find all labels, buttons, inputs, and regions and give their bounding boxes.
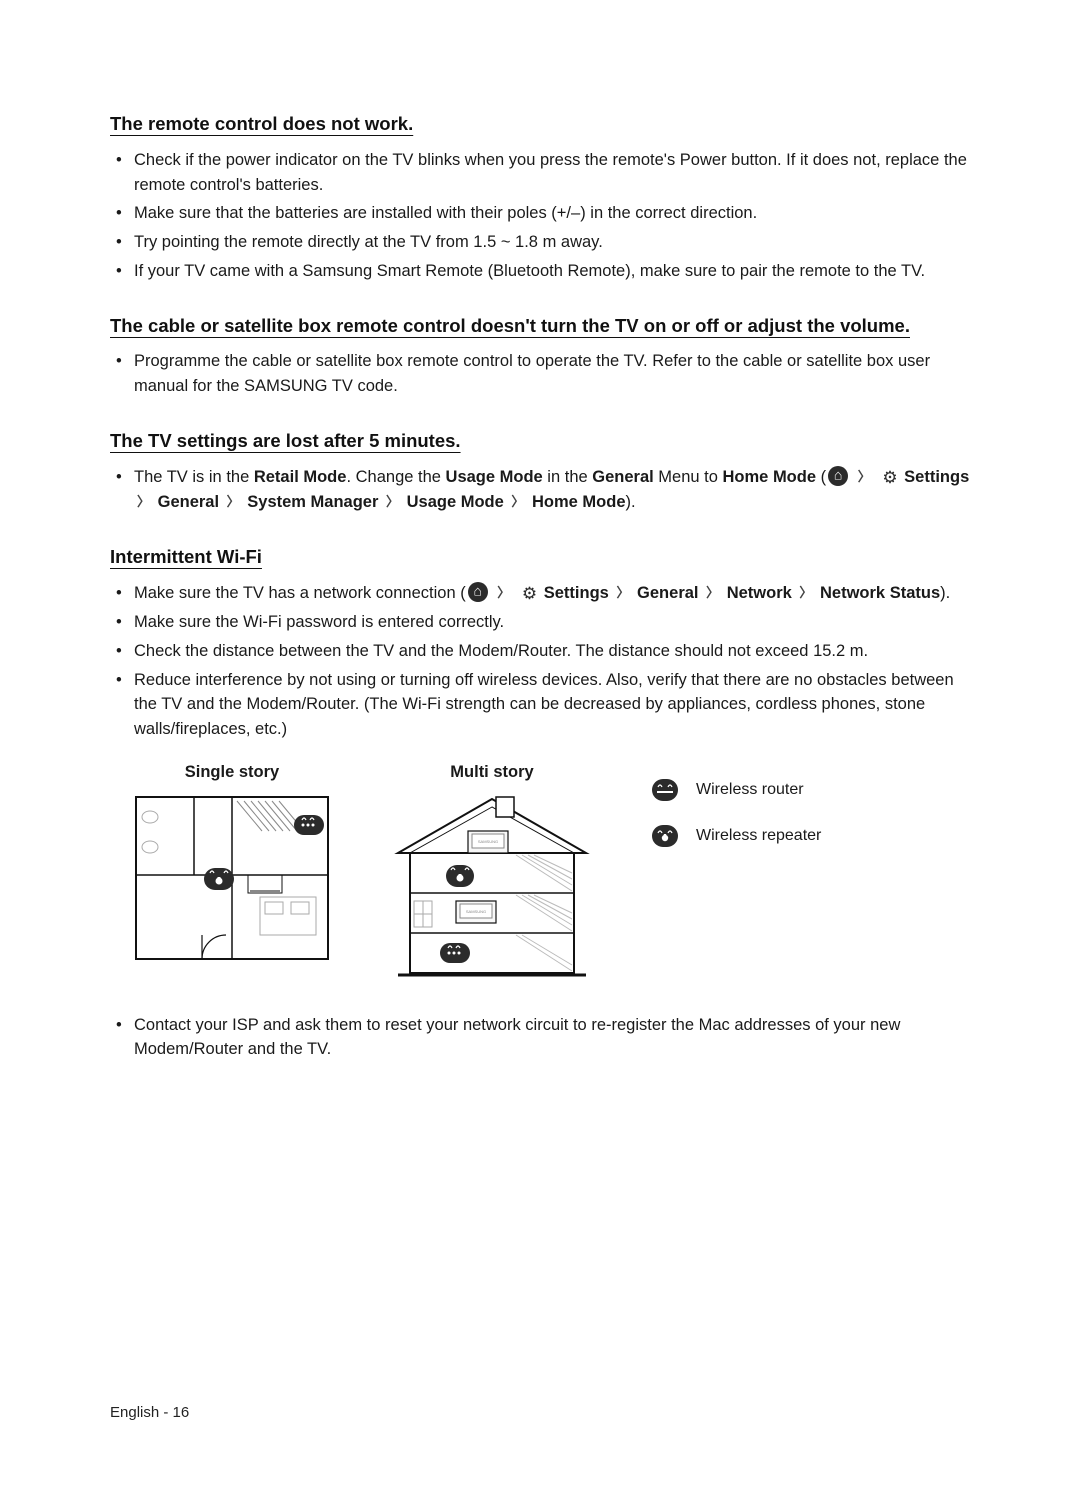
list-item: Make sure that the batteries are install… <box>132 201 970 226</box>
list-item: Try pointing the remote directly at the … <box>132 230 970 255</box>
page-footer: English - 16 <box>110 1402 189 1425</box>
text: in the <box>543 468 593 486</box>
legend-label: Wireless router <box>696 778 804 802</box>
legend-label: Wireless repeater <box>696 824 821 848</box>
text: ). <box>626 493 636 511</box>
heading-remote: The remote control does not work. <box>110 110 970 138</box>
system-manager-label: System Manager <box>247 493 378 511</box>
legend: Wireless router Wireless repeater <box>652 778 821 848</box>
list-item: Make sure the Wi-Fi password is entered … <box>132 610 970 635</box>
list-item: Programme the cable or satellite box rem… <box>132 349 970 399</box>
chevron-right-icon: 〉 <box>511 492 524 512</box>
figures-row: Single story <box>110 760 970 983</box>
usage-mode-label: Usage Mode <box>407 493 504 511</box>
section-wifi: Intermittent Wi-Fi Make sure the TV has … <box>110 543 970 1062</box>
section-remote: The remote control does not work. Check … <box>110 110 970 284</box>
legend-row-repeater: Wireless repeater <box>652 824 821 848</box>
chevron-right-icon: 〉 <box>227 492 240 512</box>
home-mode-label: Home Mode <box>723 468 817 486</box>
section-cable: The cable or satellite box remote contro… <box>110 312 970 399</box>
section-settings-lost: The TV settings are lost after 5 minutes… <box>110 427 970 515</box>
home-icon <box>468 582 488 602</box>
chevron-right-icon: 〉 <box>858 467 871 487</box>
heading-settings-lost: The TV settings are lost after 5 minutes… <box>110 427 970 455</box>
chevron-right-icon: 〉 <box>497 583 510 603</box>
list-wifi-after: Contact your ISP and ask them to reset y… <box>110 1013 970 1063</box>
list-item: Check the distance between the TV and th… <box>132 639 970 664</box>
chevron-right-icon: 〉 <box>616 583 629 603</box>
list-item: Check if the power indicator on the TV b… <box>132 148 970 198</box>
svg-text:SAMSUNG: SAMSUNG <box>466 909 486 914</box>
svg-text:SAMSUNG: SAMSUNG <box>478 839 498 844</box>
list-wifi: Make sure the TV has a network connectio… <box>110 581 970 742</box>
repeater-icon <box>652 825 678 847</box>
text: Make sure the TV has a network connectio… <box>134 584 466 602</box>
house-cross-section-diagram: SAMSUNG SAMSUNG <box>392 793 592 983</box>
list-cable: Programme the cable or satellite box rem… <box>110 349 970 399</box>
list-item: If your TV came with a Samsung Smart Rem… <box>132 259 970 284</box>
general-label: General <box>592 468 653 486</box>
figure-title: Single story <box>185 760 279 785</box>
gear-icon: ⚙ <box>522 581 537 607</box>
chevron-right-icon: 〉 <box>137 492 150 512</box>
network-label: Network <box>727 584 792 602</box>
heading-cable: The cable or satellite box remote contro… <box>110 312 970 340</box>
list-item: Make sure the TV has a network connectio… <box>132 581 970 607</box>
settings-label: Settings <box>904 468 969 486</box>
list-item: Reduce interference by not using or turn… <box>132 668 970 742</box>
text: ). <box>940 584 950 602</box>
figure-multi-story: Multi story <box>392 760 592 983</box>
figure-single-story: Single story <box>132 760 332 963</box>
legend-row-router: Wireless router <box>652 778 821 802</box>
text: . Change the <box>346 468 445 486</box>
chevron-right-icon: 〉 <box>706 583 719 603</box>
figure-title: Multi story <box>450 760 533 785</box>
list-remote: Check if the power indicator on the TV b… <box>110 148 970 284</box>
gear-icon: ⚙ <box>882 465 897 491</box>
network-status-label: Network Status <box>820 584 940 602</box>
router-icon <box>652 779 678 801</box>
list-settings-lost: The TV is in the Retail Mode. Change the… <box>110 465 970 515</box>
general-label: General <box>158 493 219 511</box>
chevron-right-icon: 〉 <box>386 492 399 512</box>
text: ( <box>816 468 826 486</box>
floor-plan-diagram <box>132 793 332 963</box>
list-item: Contact your ISP and ask them to reset y… <box>132 1013 970 1063</box>
home-mode-label: Home Mode <box>532 493 626 511</box>
retail-mode-label: Retail Mode <box>254 468 347 486</box>
heading-wifi: Intermittent Wi-Fi <box>110 543 970 571</box>
list-item: The TV is in the Retail Mode. Change the… <box>132 465 970 515</box>
general-label: General <box>637 584 698 602</box>
text: The TV is in the <box>134 468 254 486</box>
chevron-right-icon: 〉 <box>799 583 812 603</box>
text: Menu to <box>654 468 723 486</box>
usage-mode-label: Usage Mode <box>446 468 543 486</box>
home-icon <box>828 466 848 486</box>
settings-label: Settings <box>544 584 609 602</box>
